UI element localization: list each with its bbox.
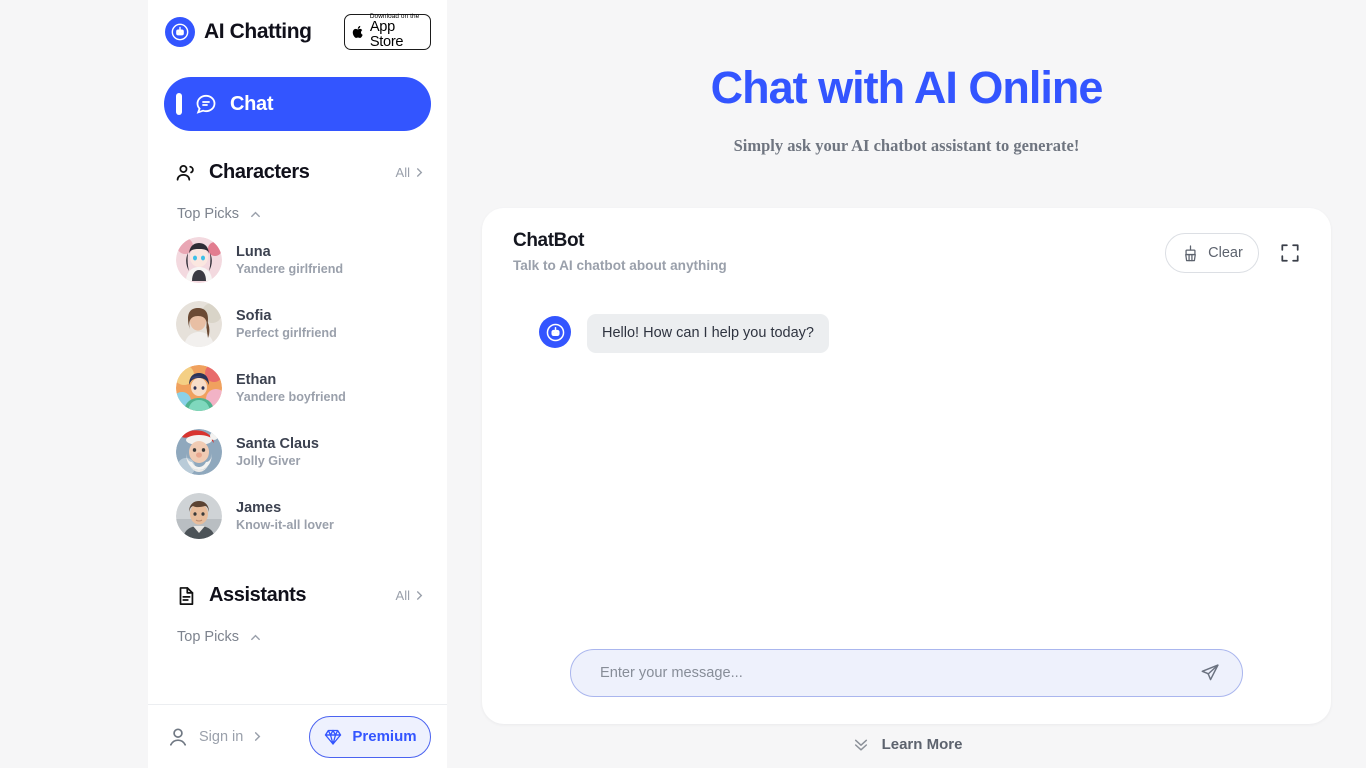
character-desc: Know-it-all lover [236, 518, 334, 532]
message-input[interactable] [600, 665, 1199, 681]
list-item[interactable]: Luna Yandere girlfriend [164, 228, 431, 292]
chevron-right-icon [416, 168, 423, 177]
list-item[interactable]: Santa Claus Jolly Giver [164, 420, 431, 484]
chatbot-avatar-icon [539, 316, 571, 348]
chevron-right-icon [255, 732, 261, 741]
characters-all-link[interactable]: All [396, 165, 431, 180]
sidebar-item-chat-label: Chat [230, 92, 274, 115]
premium-button[interactable]: Premium [309, 715, 431, 758]
character-name: Ethan [236, 372, 277, 388]
left-gutter [0, 0, 148, 768]
character-name: James [236, 500, 282, 516]
chatbot-title: ChatBot [513, 230, 585, 251]
sidebar-item-chat[interactable]: Chat [164, 77, 431, 131]
diamond-icon [325, 729, 342, 745]
assistants-title: Assistants [209, 584, 307, 606]
chevron-right-icon [416, 591, 423, 600]
chevron-up-icon [251, 634, 260, 640]
fullscreen-icon[interactable] [1279, 242, 1301, 264]
assistants-all-label: All [395, 588, 410, 603]
character-name: Santa Claus [236, 436, 319, 452]
assistants-top-picks-header[interactable]: Top Picks [164, 629, 431, 645]
appstore-big-line: App Store [369, 19, 404, 51]
user-icon [169, 727, 187, 746]
avatar [176, 301, 222, 347]
character-desc: Perfect girlfriend [236, 326, 337, 340]
chatbot-avatar-icon[interactable] [165, 17, 195, 47]
appstore-badge[interactable]: Download on the App Store [344, 13, 431, 51]
main-content: Chat with AI Online Simply ask your AI c… [447, 0, 1366, 768]
chatbot-subtitle: Talk to AI chatbot about anything [513, 258, 727, 273]
apple-icon [352, 25, 363, 38]
characters-all-label: All [395, 165, 410, 180]
chatbot-card-actions: Clear [1165, 230, 1301, 273]
learn-more-button[interactable]: Learn More [447, 734, 1366, 754]
characters-title: Characters [209, 161, 310, 183]
character-name: Luna [236, 244, 271, 260]
characters-section-header: Characters All [164, 161, 431, 184]
characters-list: Luna Yandere girlfriend Sofia Perfect gi… [164, 228, 431, 548]
brand-row: AI Chatting Download on the App Store [164, 0, 431, 64]
composer [570, 649, 1243, 697]
chat-bubble-icon [196, 94, 216, 114]
page-subtitle: Simply ask your AI chatbot assistant to … [733, 136, 1080, 155]
character-desc: Yandere girlfriend [236, 262, 344, 276]
list-item[interactable]: Sofia Perfect girlfriend [164, 292, 431, 356]
list-item[interactable]: James Know-it-all lover [164, 484, 431, 548]
people-icon [176, 164, 194, 181]
chat-message-bot: Hello! How can I help you today? [539, 314, 1300, 353]
app-root: AI Chatting Download on the App Store Ch… [0, 0, 1366, 768]
page-title: Chat with AI Online [710, 62, 1104, 113]
chatbot-card: ChatBot Talk to AI chatbot about anythin… [482, 208, 1331, 724]
sidebar-footer: Sign in Premium [148, 704, 447, 768]
learn-more-label: Learn More [881, 735, 963, 753]
chat-bubble: Hello! How can I help you today? [587, 314, 829, 353]
characters-top-picks-label: Top Picks [177, 206, 240, 222]
character-desc: Yandere boyfriend [236, 390, 346, 404]
hero: Chat with AI Online Simply ask your AI c… [447, 0, 1366, 156]
double-chevron-down-icon [854, 739, 867, 751]
premium-label: Premium [352, 728, 417, 745]
sidebar: AI Chatting Download on the App Store Ch… [148, 0, 447, 768]
assistants-top-picks-label: Top Picks [177, 629, 240, 645]
message-list: Hello! How can I help you today? [482, 292, 1331, 620]
character-name: Sofia [236, 308, 272, 324]
sign-in-button[interactable]: Sign in [166, 725, 263, 749]
broom-icon [1185, 244, 1197, 261]
chatbot-card-header: ChatBot Talk to AI chatbot about anythin… [482, 208, 1331, 273]
assistants-section-header: Assistants All [164, 584, 431, 607]
avatar [176, 493, 222, 539]
chevron-up-icon [251, 211, 260, 217]
sidebar-scroll-area: AI Chatting Download on the App Store Ch… [148, 0, 447, 704]
assistants-all-link[interactable]: All [396, 588, 431, 603]
list-item[interactable]: Ethan Yandere boyfriend [164, 356, 431, 420]
send-paper-plane-icon[interactable] [1199, 662, 1221, 684]
avatar [176, 365, 222, 411]
avatar [176, 429, 222, 475]
character-desc: Jolly Giver [236, 454, 301, 468]
document-icon [179, 586, 194, 605]
clear-button[interactable]: Clear [1165, 233, 1259, 273]
characters-top-picks-header[interactable]: Top Picks [164, 206, 431, 222]
sign-in-label: Sign in [199, 728, 244, 745]
clear-label: Clear [1208, 245, 1243, 261]
avatar [176, 237, 222, 283]
brand-name: AI Chatting [204, 20, 312, 43]
